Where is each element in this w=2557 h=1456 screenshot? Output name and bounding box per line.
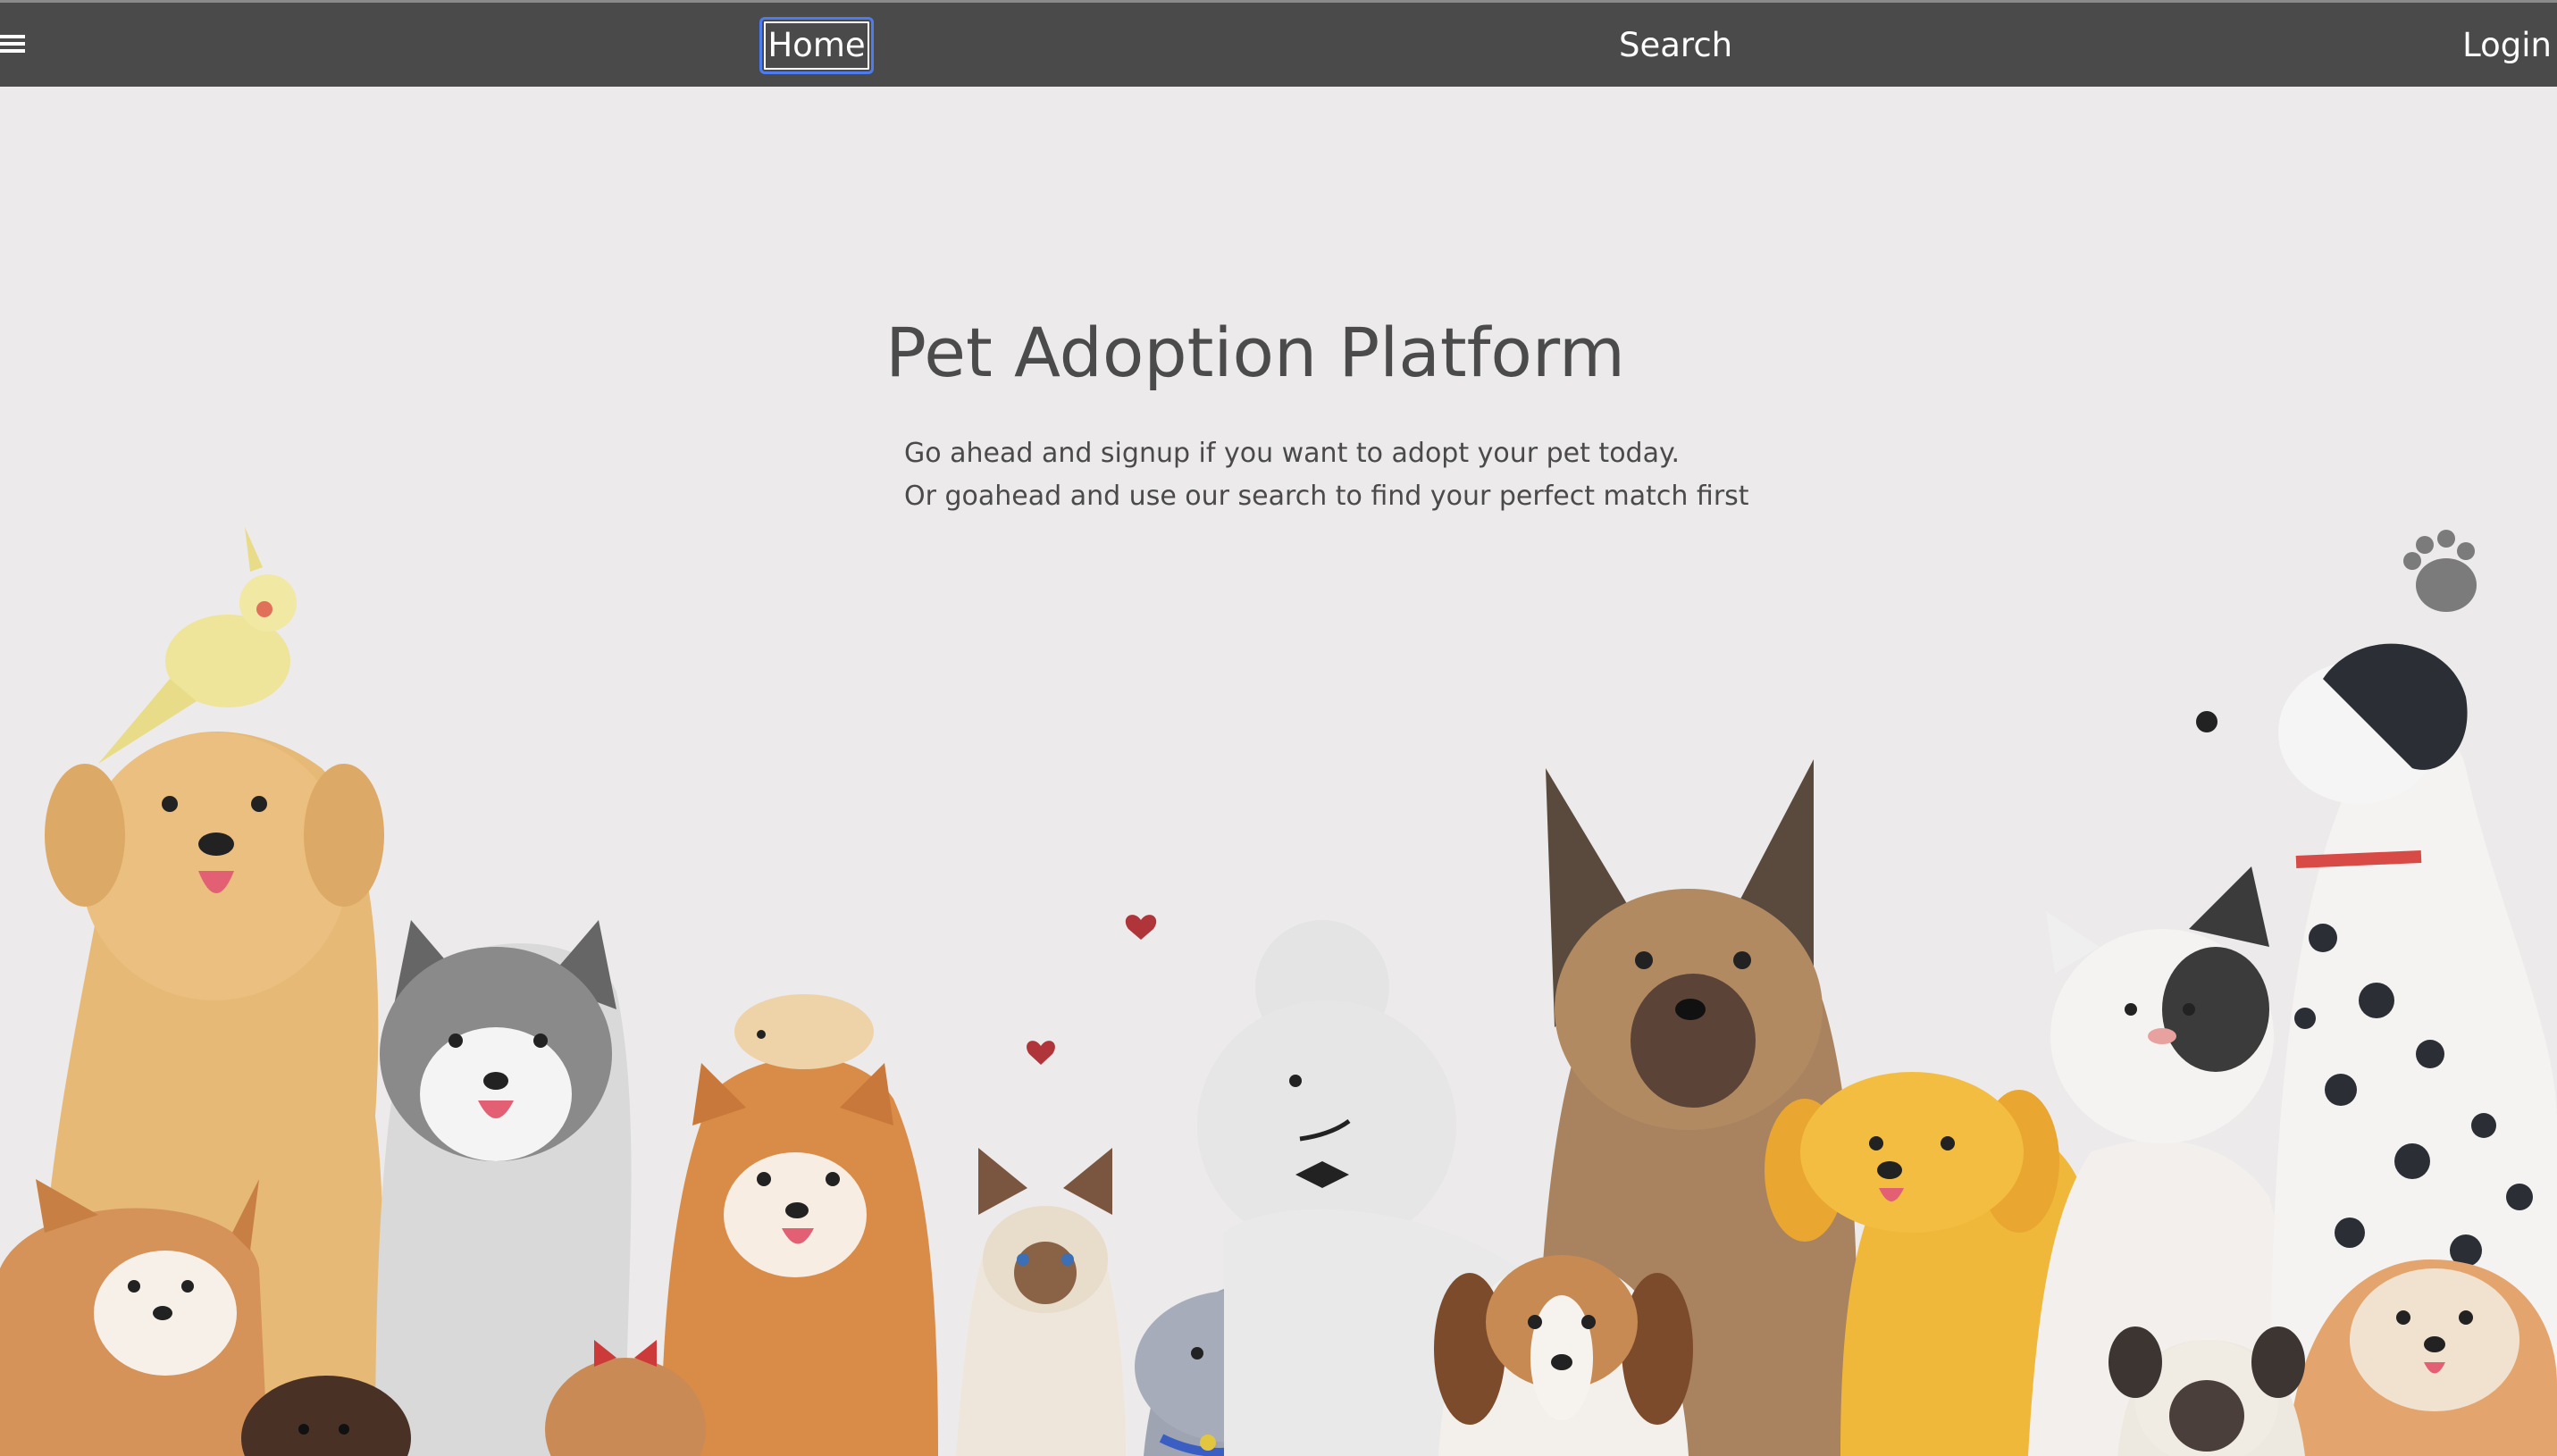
cockatiel-illustration — [98, 527, 297, 764]
hero-line-1: Go ahead and signup if you want to adopt… — [904, 438, 1680, 469]
pets-illustration — [0, 527, 2557, 1456]
siamese-cat-illustration — [956, 1148, 1126, 1456]
nav-login-link[interactable]: Login — [2462, 17, 2552, 74]
top-navbar: Home Search Login — [0, 0, 2557, 87]
paw-print-icon — [2403, 530, 2477, 612]
beagle-illustration — [1434, 1255, 1693, 1456]
shiba-inu-illustration — [661, 1057, 938, 1456]
hamburger-menu-icon[interactable] — [0, 31, 27, 58]
hamster-illustration — [734, 994, 874, 1069]
page-title: Pet Adoption Platform — [885, 313, 1625, 392]
nav-search-link[interactable]: Search — [1619, 17, 1732, 74]
heart-icon — [1125, 915, 1157, 940]
pug-illustration — [2108, 1326, 2305, 1456]
heart-icon — [1027, 1041, 1055, 1065]
nav-home-link[interactable]: Home — [759, 17, 874, 74]
